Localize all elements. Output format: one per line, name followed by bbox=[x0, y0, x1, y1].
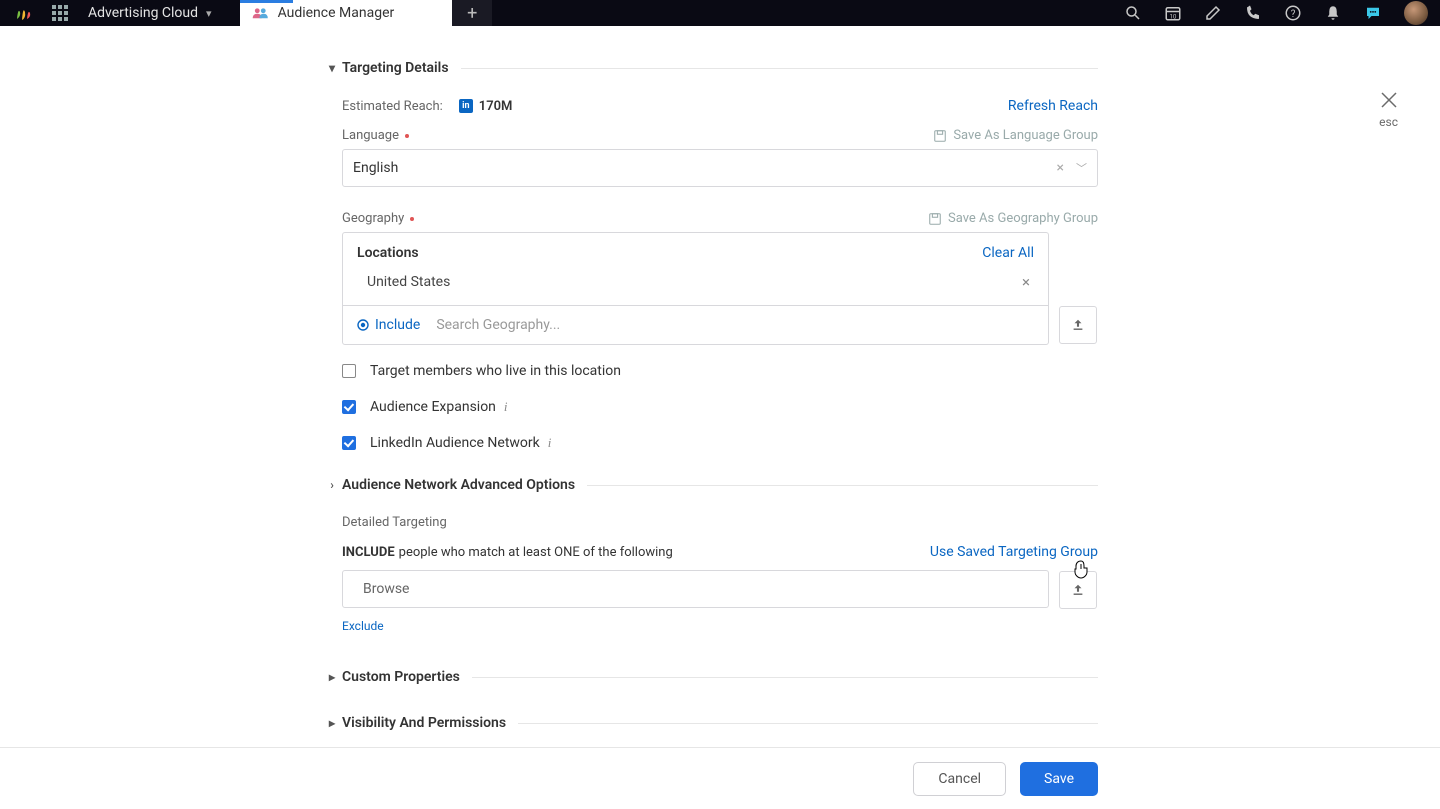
use-saved-targeting-link[interactable]: Use Saved Targeting Group bbox=[930, 544, 1098, 560]
section-targeting-details[interactable]: ▾ Targeting Details bbox=[322, 60, 1098, 76]
divider bbox=[587, 485, 1098, 486]
target-members-label: Target members who live in this location bbox=[370, 363, 621, 379]
help-icon[interactable]: ? bbox=[1284, 4, 1302, 22]
section-advanced-options[interactable]: › Audience Network Advanced Options bbox=[342, 477, 1098, 493]
section-visibility[interactable]: ▸ Visibility And Permissions bbox=[342, 715, 1098, 731]
locations-title: Locations bbox=[357, 245, 419, 261]
clear-language-icon[interactable]: × bbox=[1057, 160, 1064, 176]
linkedin-network-checkbox-row: LinkedIn Audience Network i bbox=[342, 435, 1098, 451]
reach-value: 170M bbox=[479, 99, 513, 114]
estimated-reach-label: Estimated Reach: bbox=[342, 99, 443, 114]
upload-targeting-button[interactable] bbox=[1059, 571, 1097, 609]
topbar-actions: 10 ? bbox=[1124, 0, 1428, 26]
chevron-down-icon[interactable]: ﹀ bbox=[1076, 160, 1087, 176]
tab-loading-bar bbox=[240, 0, 293, 3]
add-tab-button[interactable]: + bbox=[452, 0, 492, 26]
info-icon[interactable]: i bbox=[548, 435, 552, 451]
language-select[interactable]: English × ﹀ bbox=[342, 149, 1098, 187]
browse-targeting-button[interactable]: Browse bbox=[342, 570, 1049, 608]
clear-all-link[interactable]: Clear All bbox=[982, 245, 1034, 261]
include-word: INCLUDE bbox=[342, 545, 395, 560]
people-icon bbox=[252, 6, 270, 20]
audience-expansion-checkbox[interactable] bbox=[342, 400, 356, 414]
user-avatar[interactable] bbox=[1404, 1, 1428, 25]
divider bbox=[461, 68, 1098, 69]
cancel-button[interactable]: Cancel bbox=[913, 762, 1006, 796]
linkedin-network-checkbox[interactable] bbox=[342, 436, 356, 450]
tab-audience-manager[interactable]: Audience Manager bbox=[240, 0, 453, 26]
estimated-reach-row: Estimated Reach: in 170M Refresh Reach bbox=[342, 98, 1098, 114]
save-button[interactable]: Save bbox=[1020, 762, 1098, 796]
esc-label: esc bbox=[1379, 115, 1398, 129]
bell-icon[interactable] bbox=[1324, 4, 1342, 22]
language-value: English bbox=[353, 160, 398, 176]
linkedin-icon: in bbox=[459, 99, 473, 113]
collapse-arrow-icon: ▾ bbox=[322, 61, 342, 75]
remove-location-icon[interactable]: × bbox=[1022, 273, 1034, 291]
upload-geography-button[interactable] bbox=[1059, 306, 1097, 344]
pencil-icon[interactable] bbox=[1204, 4, 1222, 22]
include-rest: people who match at least ONE of the fol… bbox=[399, 545, 673, 560]
info-icon[interactable]: i bbox=[504, 399, 508, 415]
language-label: Language bbox=[342, 128, 399, 143]
svg-text:10: 10 bbox=[1170, 13, 1177, 20]
section-title: Custom Properties bbox=[342, 669, 460, 685]
linkedin-network-label: LinkedIn Audience Network bbox=[370, 435, 540, 451]
expand-arrow-icon: ▸ bbox=[322, 670, 342, 684]
phone-icon[interactable] bbox=[1244, 4, 1262, 22]
content-area: esc ▾ Targeting Details Estimated Reach:… bbox=[0, 26, 1440, 731]
search-icon[interactable] bbox=[1124, 4, 1142, 22]
sprinklr-logo-icon bbox=[14, 4, 34, 22]
target-members-checkbox[interactable] bbox=[342, 364, 356, 378]
target-members-checkbox-row: Target members who live in this location bbox=[342, 363, 1098, 379]
section-title: Audience Network Advanced Options bbox=[342, 477, 575, 493]
detailed-targeting-label: Detailed Targeting bbox=[342, 515, 1098, 530]
save-language-group-button[interactable]: Save As Language Group bbox=[933, 128, 1098, 143]
section-custom-properties[interactable]: ▸ Custom Properties bbox=[342, 669, 1098, 685]
section-title: Targeting Details bbox=[342, 60, 449, 76]
chevron-down-icon[interactable]: ▾ bbox=[206, 7, 212, 20]
expand-arrow-icon: ▸ bbox=[322, 716, 342, 730]
chat-icon[interactable] bbox=[1364, 4, 1382, 22]
svg-text:?: ? bbox=[1291, 9, 1296, 20]
locations-box: Locations Clear All United States × bbox=[342, 232, 1049, 305]
audience-expansion-checkbox-row: Audience Expansion i bbox=[342, 399, 1098, 415]
divider bbox=[518, 723, 1098, 724]
audience-expansion-label: Audience Expansion bbox=[370, 399, 496, 415]
expand-arrow-icon: › bbox=[322, 478, 342, 492]
required-dot-icon bbox=[405, 134, 409, 138]
section-title: Visibility And Permissions bbox=[342, 715, 506, 731]
calendar-icon[interactable]: 10 bbox=[1164, 4, 1182, 22]
save-geography-group-button[interactable]: Save As Geography Group bbox=[928, 211, 1098, 226]
location-item: United States × bbox=[357, 269, 1034, 295]
geography-search-box[interactable]: Include bbox=[342, 305, 1049, 345]
exclude-link[interactable]: Exclude bbox=[342, 619, 1098, 633]
footer-bar: Cancel Save bbox=[0, 747, 1440, 809]
geography-search-input[interactable] bbox=[436, 317, 1034, 333]
language-label-row: Language Save As Language Group bbox=[342, 128, 1098, 143]
include-criteria-row: INCLUDE people who match at least ONE of… bbox=[342, 544, 1098, 560]
required-dot-icon bbox=[410, 217, 414, 221]
location-name: United States bbox=[367, 274, 450, 290]
include-toggle[interactable]: Include bbox=[357, 317, 420, 333]
geography-label-row: Geography Save As Geography Group bbox=[342, 211, 1098, 226]
top-bar: Advertising Cloud ▾ Audience Manager + 1… bbox=[0, 0, 1440, 26]
tab-label: Audience Manager bbox=[278, 5, 395, 21]
close-panel-button[interactable]: esc bbox=[1379, 91, 1398, 129]
product-name[interactable]: Advertising Cloud bbox=[88, 5, 198, 21]
refresh-reach-link[interactable]: Refresh Reach bbox=[1008, 98, 1098, 114]
apps-grid-icon[interactable] bbox=[52, 5, 68, 21]
divider bbox=[472, 677, 1098, 678]
geography-label: Geography bbox=[342, 211, 404, 226]
